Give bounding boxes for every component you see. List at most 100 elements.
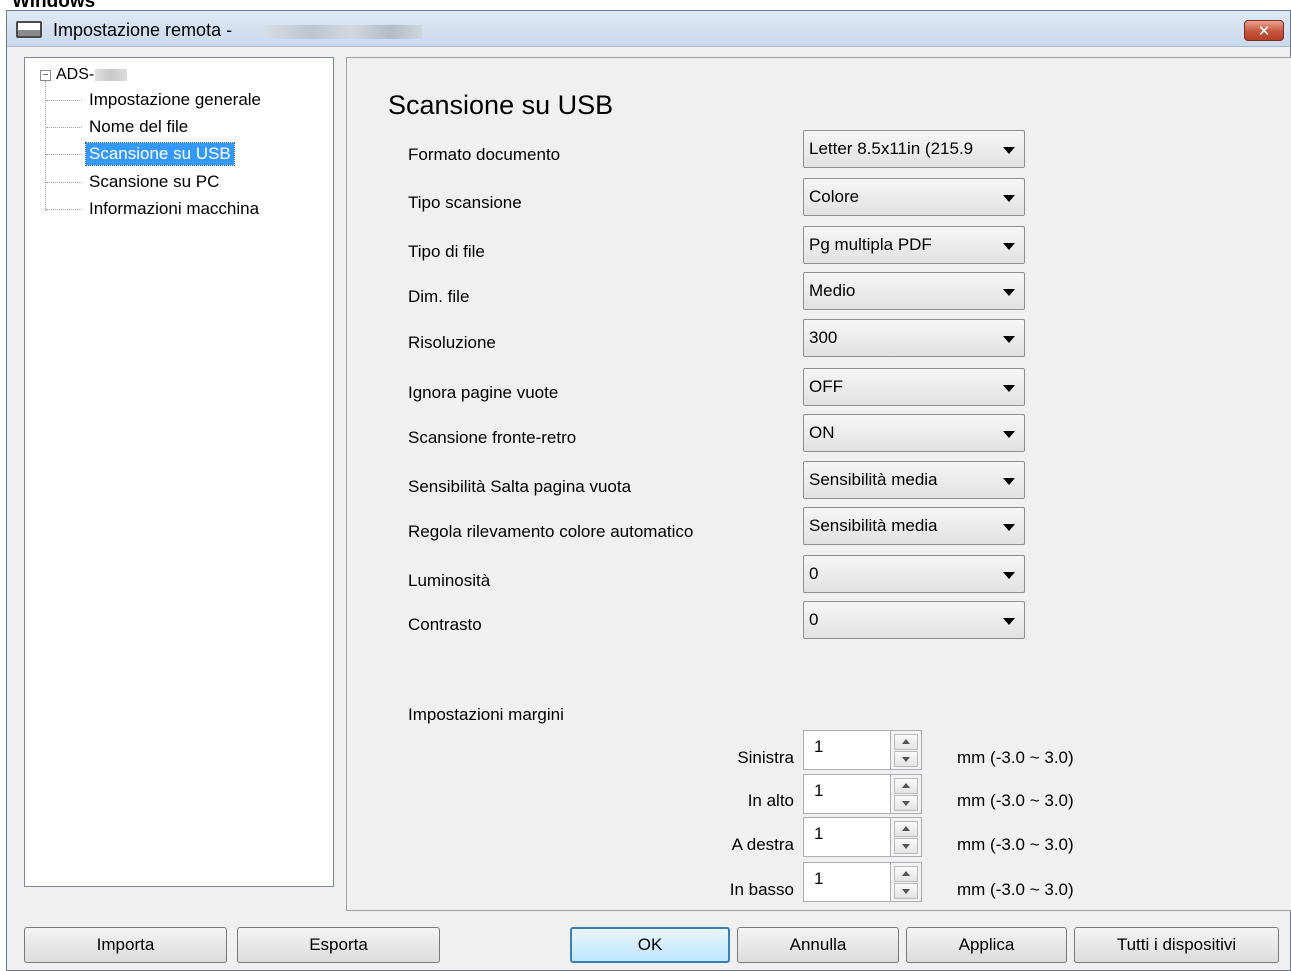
arrow-down-icon: [902, 844, 910, 849]
arrow-down-icon: [902, 801, 910, 806]
select-value: Sensibilità media: [809, 470, 938, 489]
margin-left-input[interactable]: 1: [803, 730, 891, 770]
remote-setup-window: Impostazione remota - ✕ − ADS- Impostazi…: [6, 10, 1291, 971]
settings-content: Scansione su USB Formato documento Lette…: [346, 57, 1291, 911]
tree-item-label: Informazioni macchina: [89, 199, 260, 218]
risoluzione-select[interactable]: 300: [803, 319, 1025, 357]
margin-value: 1: [814, 737, 824, 756]
margin-range: mm (-3.0 ~ 3.0): [957, 835, 1074, 854]
select-value: OFF: [809, 377, 843, 396]
arrow-down-icon: [902, 757, 910, 762]
arrow-up-icon: [902, 871, 910, 876]
margin-value: 1: [814, 869, 824, 888]
chevron-down-icon: [1003, 431, 1015, 438]
margin-range: mm (-3.0 ~ 3.0): [957, 791, 1074, 810]
tree-item-label: Impostazione generale: [89, 90, 262, 109]
margin-label: A destra: [731, 835, 794, 854]
select-value: Letter 8.5x11in (215.9: [809, 139, 974, 158]
all-devices-button[interactable]: Tutti i dispositivi: [1074, 927, 1279, 963]
increment-button[interactable]: [894, 866, 918, 882]
setting-label: Dim. file: [408, 287, 470, 306]
select-value: 0: [809, 564, 819, 583]
chevron-down-icon: [1003, 618, 1015, 625]
arrow-down-icon: [902, 889, 910, 894]
settings-tree: − ADS- Impostazione generale Nome del fi…: [24, 57, 334, 887]
select-value: Pg multipla PDF: [809, 235, 932, 254]
dim-file-select[interactable]: Medio: [803, 272, 1025, 310]
margin-range: mm (-3.0 ~ 3.0): [957, 880, 1074, 899]
setting-label: Tipo di file: [408, 242, 485, 261]
arrow-up-icon: [902, 783, 910, 788]
select-value: 0: [809, 610, 819, 629]
ignora-pagine-vuote-select[interactable]: OFF: [803, 368, 1025, 406]
setting-label: Regola rilevamento colore automatico: [408, 522, 694, 541]
margin-value: 1: [814, 781, 824, 800]
tree-item-label: Scansione su USB: [85, 142, 235, 166]
setting-label: Luminosità: [408, 571, 491, 590]
sensibilita-salta-pagina-select[interactable]: Sensibilità media: [803, 461, 1025, 499]
contrasto-select[interactable]: 0: [803, 601, 1025, 639]
margin-label: Sinistra: [737, 748, 794, 767]
scansione-fronte-retro-select[interactable]: ON: [803, 414, 1025, 452]
select-value: Colore: [809, 187, 860, 206]
increment-button[interactable]: [894, 734, 918, 750]
increment-button[interactable]: [894, 778, 918, 794]
decrement-button[interactable]: [894, 838, 918, 854]
close-icon: ✕: [1257, 22, 1271, 40]
collapse-icon[interactable]: −: [40, 69, 51, 81]
select-value: 300: [809, 328, 838, 347]
setting-label: Scansione fronte-retro: [408, 428, 577, 447]
decrement-button[interactable]: [894, 795, 918, 811]
setting-label: Sensibilità Salta pagina vuota: [408, 477, 632, 496]
chevron-down-icon: [1003, 147, 1015, 154]
tree-item-impostazione-generale[interactable]: Impostazione generale: [46, 88, 264, 112]
setting-label: Risoluzione: [408, 333, 496, 352]
formato-documento-select[interactable]: Letter 8.5x11in (215.9: [803, 130, 1025, 168]
margin-label: In alto: [747, 791, 794, 810]
ok-button[interactable]: OK: [570, 927, 730, 963]
margin-label: In basso: [729, 880, 794, 899]
chevron-down-icon: [1003, 478, 1015, 485]
tipo-scansione-select[interactable]: Colore: [803, 178, 1025, 216]
apply-button[interactable]: Applica: [906, 927, 1067, 963]
printer-icon: [16, 21, 42, 38]
import-button[interactable]: Importa: [24, 927, 227, 963]
margin-bottom-input[interactable]: 1: [803, 862, 891, 902]
tree-item-nome-del-file[interactable]: Nome del file: [46, 115, 191, 139]
cancel-button[interactable]: Annulla: [737, 927, 899, 963]
setting-label: Ignora pagine vuote: [408, 383, 559, 402]
chevron-down-icon: [1003, 572, 1015, 579]
export-button[interactable]: Esporta: [237, 927, 440, 963]
tree-item-scansione-su-usb[interactable]: Scansione su USB: [46, 142, 235, 166]
decrement-button[interactable]: [894, 883, 918, 899]
margin-right-stepper: [890, 817, 922, 857]
chevron-down-icon: [1003, 195, 1015, 202]
tipo-di-file-select[interactable]: Pg multipla PDF: [803, 226, 1025, 264]
tree-item-informazioni-macchina[interactable]: Informazioni macchina: [46, 197, 262, 221]
tree-root-label: ADS-: [56, 66, 95, 83]
chevron-down-icon: [1003, 336, 1015, 343]
redacted-device-name: [264, 25, 422, 39]
chevron-down-icon: [1003, 243, 1015, 250]
rilevamento-colore-select[interactable]: Sensibilità media: [803, 507, 1025, 545]
arrow-up-icon: [902, 739, 910, 744]
select-value: ON: [809, 423, 835, 442]
margin-left-stepper: [890, 730, 922, 770]
select-value: Medio: [809, 281, 856, 300]
setting-label: Contrasto: [408, 615, 482, 634]
margin-top-input[interactable]: 1: [803, 774, 891, 814]
setting-label: Tipo scansione: [408, 193, 522, 212]
decrement-button[interactable]: [894, 751, 918, 767]
chevron-down-icon: [1003, 289, 1015, 296]
tree-item-label: Nome del file: [89, 117, 189, 136]
select-value: Sensibilità media: [809, 516, 938, 535]
page-title: Scansione su USB: [388, 90, 614, 120]
increment-button[interactable]: [894, 821, 918, 837]
margin-bottom-stepper: [890, 862, 922, 902]
tree-item-scansione-su-pc[interactable]: Scansione su PC: [46, 170, 222, 194]
setting-label: Formato documento: [408, 145, 561, 164]
luminosita-select[interactable]: 0: [803, 555, 1025, 593]
close-button[interactable]: ✕: [1244, 20, 1284, 41]
margin-right-input[interactable]: 1: [803, 817, 891, 857]
redacted-model: [95, 69, 128, 81]
